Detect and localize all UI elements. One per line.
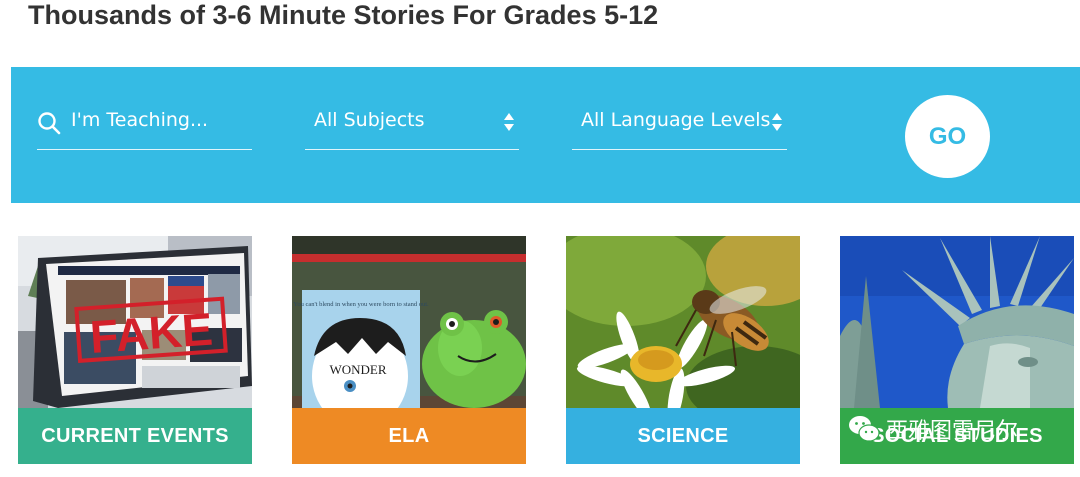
page-title: Thousands of 3-6 Minute Stories For Grad… (28, 0, 659, 30)
category-card-current-events[interactable]: FAKE CURRENT EVENTS (18, 236, 252, 469)
teaching-search-input[interactable]: I'm Teaching... (37, 93, 252, 150)
wechat-watermark: 西雅图雷尼尔 (848, 414, 1018, 444)
fake-stamp-text: FAKE (88, 303, 214, 363)
language-level-select[interactable]: All Language Levels (572, 93, 787, 150)
select-arrows-icon (772, 113, 782, 131)
language-level-select-value: All Language Levels (581, 109, 771, 131)
fake-news-laptop-image: FAKE (18, 236, 252, 408)
wonder-book-frog-image: You can't blend in when you were born to… (292, 236, 526, 408)
subject-select-value: All Subjects (314, 109, 425, 131)
watermark-text: 西雅图雷尼尔 (886, 419, 1019, 444)
category-label-ela: ELA (292, 408, 526, 464)
bee-flower-image (566, 236, 800, 408)
wechat-icon (849, 416, 880, 442)
subject-select[interactable]: All Subjects (305, 93, 519, 150)
category-label-current-events: CURRENT EVENTS (18, 408, 252, 464)
search-icon (38, 112, 61, 135)
book-quote-text: You can't blend in when you were born to… (293, 301, 429, 308)
teaching-search-placeholder: I'm Teaching... (71, 109, 209, 131)
category-card-science[interactable]: SCIENCE (566, 236, 800, 469)
go-button[interactable]: GO (905, 95, 990, 178)
book-title-text: WONDER (329, 362, 386, 377)
category-card-ela[interactable]: You can't blend in when you were born to… (292, 236, 526, 469)
category-label-science: SCIENCE (566, 408, 800, 464)
statue-of-liberty-image (840, 236, 1074, 408)
select-arrows-icon (504, 113, 514, 131)
